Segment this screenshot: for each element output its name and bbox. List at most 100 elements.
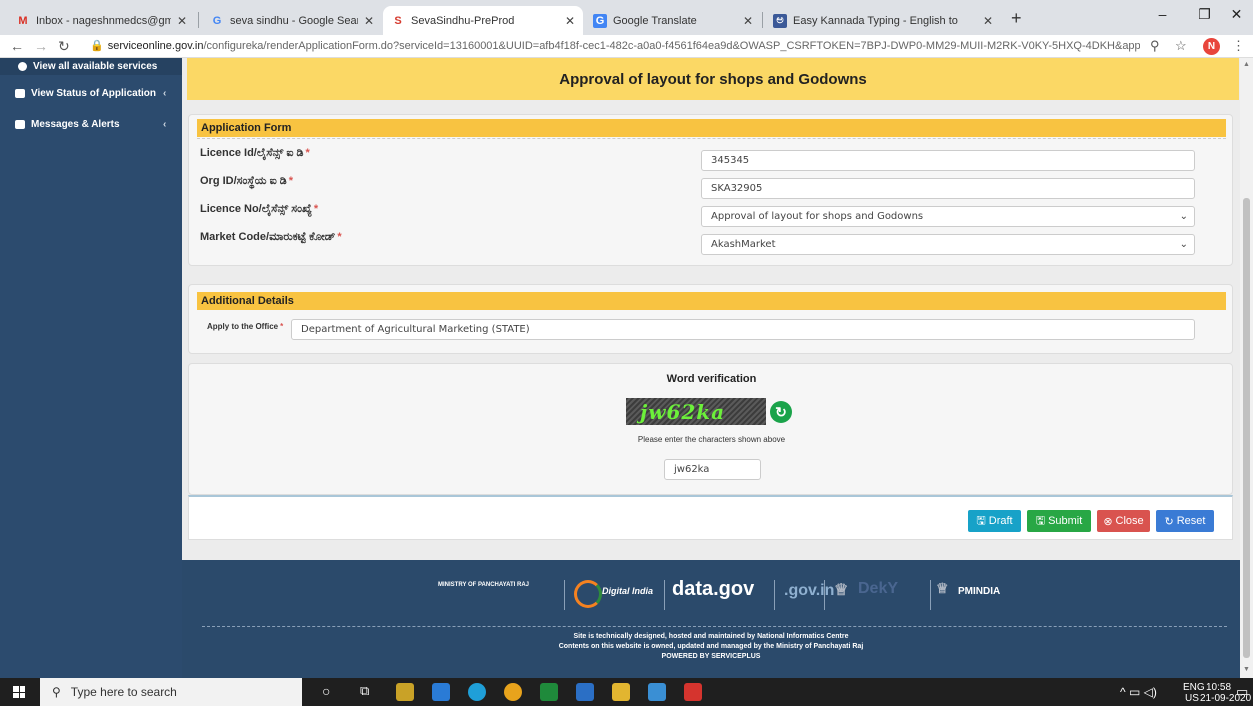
cortana-icon[interactable]: ○ bbox=[322, 683, 330, 699]
excel-icon[interactable] bbox=[540, 683, 558, 701]
clock-time[interactable]: 10:58 bbox=[1206, 682, 1231, 693]
chevron-down-icon: ⌄ bbox=[1179, 211, 1188, 222]
tray-icons[interactable]: ^ ▭ ◁) bbox=[1120, 685, 1157, 699]
zoom-icon[interactable]: ⚲ bbox=[1150, 38, 1160, 54]
captcha-instruction: Please enter the characters shown above bbox=[637, 435, 786, 444]
sevasindhu-icon: S bbox=[394, 14, 402, 27]
url-domain: serviceonline.gov.in bbox=[107, 40, 204, 52]
digital-india-logo: Digital India bbox=[602, 586, 654, 596]
org-id-label: Org ID/ಸಂಸ್ಥೆಯ ಐ ಡಿ * bbox=[200, 175, 293, 187]
sidebar-item-view-all-services[interactable]: View all available services bbox=[0, 58, 182, 75]
lock-icon: 🔒 bbox=[90, 40, 104, 52]
tab-title: Easy Kannada Typing - English to bbox=[793, 14, 958, 27]
footer-text-ownership: Contents on this website is owned, updat… bbox=[558, 643, 864, 650]
market-code-label: Market Code/ಮಾರುಕಟ್ಟೆ ಕೋಡ್ * bbox=[200, 231, 342, 243]
office-input[interactable]: Department of Agricultural Marketing (ST… bbox=[291, 319, 1195, 340]
logo-divider bbox=[930, 580, 931, 610]
tab-divider bbox=[198, 12, 199, 28]
address-bar[interactable]: 🔒 serviceonline.gov.in/configureka/render… bbox=[90, 39, 1140, 52]
licence-no-select[interactable]: Approval of layout for shops and Godowns… bbox=[701, 206, 1195, 227]
menu-kebab-icon[interactable]: ⋮ bbox=[1232, 38, 1245, 54]
store-icon[interactable] bbox=[396, 683, 414, 701]
tab-google-search[interactable]: G seva sindhu - Google Search ✕ bbox=[202, 6, 382, 35]
sidebar-item-label: Messages & Alerts bbox=[31, 119, 120, 130]
tab-title: SevaSindhu-PreProd bbox=[411, 14, 515, 27]
chrome-icon[interactable] bbox=[504, 683, 522, 701]
org-id-input[interactable]: SKA32905 bbox=[701, 178, 1195, 199]
licence-no-label: Licence No/ಲೈಸೆನ್ಸ್ ಸಂಖ್ಯೆ * bbox=[200, 203, 319, 215]
market-code-select[interactable]: AkashMarket ⌄ bbox=[701, 234, 1195, 255]
minimize-icon[interactable]: – bbox=[1140, 6, 1185, 22]
word-verification-panel: Word verification Please enter the chara… bbox=[188, 363, 1233, 495]
close-icon[interactable]: ✕ bbox=[983, 14, 993, 28]
reload-icon[interactable]: ↻ bbox=[58, 38, 70, 55]
licence-id-label: Licence Id/ಲೈಸೆನ್ಸ್ ಐ ಡಿ * bbox=[200, 147, 310, 159]
tab-title: Google Translate bbox=[613, 14, 697, 27]
tab-title: seva sindhu - Google Search bbox=[230, 14, 358, 27]
mail-icon[interactable] bbox=[432, 683, 450, 701]
licence-id-input[interactable]: 345345 bbox=[701, 150, 1195, 171]
select-value: Approval of layout for shops and Godowns bbox=[711, 211, 924, 222]
application-form-panel: Application Form Licence Id/ಲೈಸೆನ್ಸ್ ಐ ಡ… bbox=[188, 114, 1233, 266]
select-value: AkashMarket bbox=[711, 239, 776, 250]
status-icon bbox=[15, 89, 25, 98]
network-app-icon[interactable] bbox=[648, 683, 666, 701]
forward-icon[interactable]: → bbox=[34, 38, 48, 54]
page-scrollbar[interactable]: ▲ ▼ bbox=[1240, 58, 1253, 678]
emblem-icon: ♕ bbox=[834, 582, 849, 599]
windows-start-icon[interactable] bbox=[13, 686, 25, 698]
file-explorer-icon[interactable] bbox=[612, 683, 630, 701]
logo-divider bbox=[774, 580, 775, 610]
panchayati-raj-logo: MINISTRY OF PANCHAYATI RAJ bbox=[438, 582, 530, 588]
tab-gmail[interactable]: M Inbox - nageshnmedcs@gmail.co ✕ bbox=[8, 6, 195, 35]
tab-divider bbox=[762, 12, 763, 28]
tab-easy-kannada[interactable]: ಅ Easy Kannada Typing - English to ✕ bbox=[765, 6, 1001, 35]
window-close-icon[interactable]: ✕ bbox=[1214, 6, 1253, 23]
bookmark-star-icon[interactable]: ☆ bbox=[1175, 38, 1187, 54]
sidebar-item-messages[interactable]: Messages & Alerts ‹ bbox=[15, 119, 166, 130]
captcha-image: jw62ka bbox=[626, 398, 766, 425]
arrow-circle-icon bbox=[18, 62, 27, 71]
main-content: Approval of layout for shops and Godowns… bbox=[182, 58, 1240, 678]
back-icon[interactable]: ← bbox=[10, 38, 24, 54]
app-icon[interactable] bbox=[684, 683, 702, 701]
submit-button[interactable]: 🖫 Submit bbox=[1027, 510, 1091, 532]
browser-tab-strip: M Inbox - nageshnmedcs@gmail.co ✕ G seva… bbox=[0, 0, 1253, 35]
url-path: /configureka/renderApplicationForm.do?se… bbox=[203, 40, 1141, 52]
task-view-icon[interactable]: ⧉ bbox=[360, 683, 369, 699]
digital-india-emblem-icon bbox=[574, 580, 602, 608]
reset-button[interactable]: ↻ Reset bbox=[1156, 510, 1214, 532]
sidebar-item-view-status[interactable]: View Status of Application ‹ bbox=[15, 88, 166, 99]
chevron-left-icon: ‹ bbox=[163, 119, 167, 130]
scroll-down-icon[interactable]: ▼ bbox=[1243, 666, 1250, 673]
tab-google-translate[interactable]: G Google Translate ✕ bbox=[585, 6, 761, 35]
tab-sevasindhu[interactable]: S SevaSindhu-PreProd ✕ bbox=[383, 6, 583, 35]
notifications-icon[interactable]: ▭ bbox=[1236, 684, 1248, 700]
close-circle-icon: ⊗ bbox=[1103, 515, 1113, 528]
chevron-down-icon: ⌄ bbox=[1179, 239, 1188, 250]
divider bbox=[197, 138, 1226, 139]
new-tab-icon[interactable]: + bbox=[1011, 9, 1022, 27]
india-gov-logo: .gov.in bbox=[784, 582, 835, 599]
section-heading: Application Form bbox=[197, 119, 1226, 137]
word-icon[interactable] bbox=[576, 683, 594, 701]
scrollbar-thumb[interactable] bbox=[1243, 198, 1250, 658]
chevron-left-icon: ‹ bbox=[163, 88, 167, 99]
close-button[interactable]: ⊗ Close bbox=[1097, 510, 1150, 532]
draft-button[interactable]: 🖫 Draft bbox=[968, 510, 1021, 532]
captcha-input[interactable]: jw62ka bbox=[664, 459, 761, 480]
footer-text-nic: Site is technically designed, hosted and… bbox=[573, 633, 849, 640]
close-icon[interactable]: ✕ bbox=[565, 14, 575, 28]
close-icon[interactable]: ✕ bbox=[743, 14, 753, 28]
refresh-captcha-icon[interactable]: ↻ bbox=[770, 401, 792, 423]
footer-divider bbox=[202, 626, 1227, 627]
edge-icon[interactable] bbox=[468, 683, 486, 701]
digital-seva-logo: DekY bbox=[858, 580, 899, 597]
kannada-icon: ಅ bbox=[773, 13, 787, 28]
scroll-up-icon[interactable]: ▲ bbox=[1243, 61, 1250, 68]
profile-avatar[interactable]: N bbox=[1203, 38, 1220, 55]
language-indicator[interactable]: ENG bbox=[1183, 682, 1205, 693]
close-icon[interactable]: ✕ bbox=[177, 14, 187, 28]
taskbar-search-input[interactable]: ⚲ Type here to search bbox=[40, 678, 302, 706]
close-icon[interactable]: ✕ bbox=[364, 14, 374, 28]
